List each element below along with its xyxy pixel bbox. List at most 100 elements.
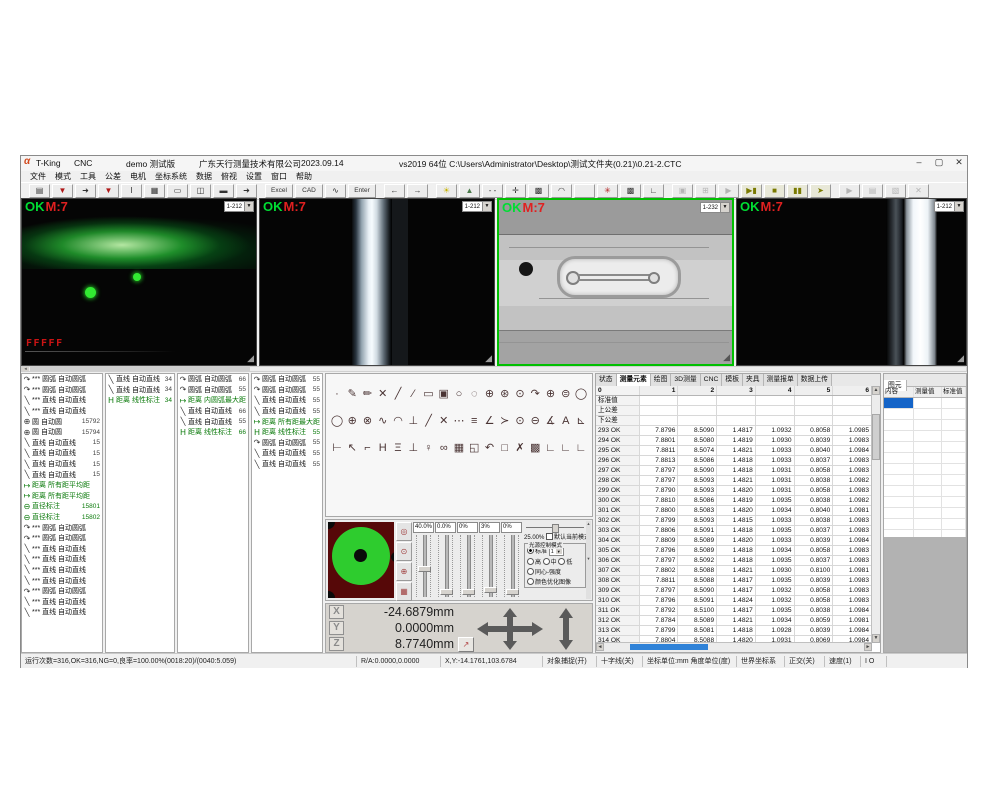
tool-icon[interactable]: ↶ [483, 441, 497, 455]
special-row[interactable]: 上公差 [596, 406, 872, 416]
tool-icon[interactable]: ⊥ [406, 414, 420, 428]
list-item[interactable]: ╲直线 自动直线55 [252, 459, 322, 470]
scrollbar-thumb[interactable] [630, 644, 708, 650]
toolbar-button[interactable]: ⊞ [695, 184, 716, 198]
table-row[interactable]: 306 OK7.87978.50921.48181.09350.80371.09… [596, 556, 872, 566]
list-item[interactable]: ╲直线 自动直线34 [106, 385, 174, 396]
toolbar-button[interactable]: Enter [348, 184, 376, 198]
color-opt-radio[interactable] [527, 578, 534, 585]
toolbar-button[interactable] [574, 184, 595, 198]
slider-thumb[interactable] [506, 589, 519, 595]
table-row[interactable]: 304 OK7.88098.50891.48201.09330.80391.09… [596, 536, 872, 546]
camera-select[interactable]: 1-212▼ [462, 201, 492, 212]
toolbar-button[interactable]: ▼ [52, 184, 73, 198]
tool-icon[interactable]: ∟ [574, 441, 588, 455]
tool-icon[interactable]: ▣ [437, 387, 451, 401]
slider-thumb[interactable] [440, 589, 453, 595]
table-row[interactable]: 310 OK7.87968.50911.48241.09320.80581.09… [596, 596, 872, 606]
list-item[interactable]: ↷圆弧 自动圆弧55 [178, 385, 248, 396]
toolbar-button[interactable]: ▮▮ [787, 184, 808, 198]
toolbar-button[interactable]: ▶▮ [741, 184, 762, 198]
list-item[interactable]: ↷*** 圆弧 自动圆弧 [22, 522, 102, 533]
special-row[interactable]: 标准值 [596, 396, 872, 406]
tool-icon[interactable]: ⊕ [345, 414, 359, 428]
list-item[interactable]: ╲直线 自动直线66 [178, 406, 248, 417]
tool-icon[interactable]: ↖ [345, 441, 359, 455]
special-row[interactable]: 下公差 [596, 416, 872, 426]
menu-item[interactable]: 公差 [105, 171, 121, 182]
toolbar-button[interactable]: ✳ [597, 184, 618, 198]
menu-item[interactable]: 帮助 [296, 171, 312, 182]
menu-item[interactable]: 俯视 [221, 171, 237, 182]
toolbar-button[interactable]: ◠ [551, 184, 572, 198]
tool-icon[interactable]: ⊗ [361, 414, 375, 428]
tool-icon[interactable]: ╱ [391, 387, 405, 401]
table-row[interactable]: 296 OK7.88138.50861.48181.09330.80371.09… [596, 456, 872, 466]
table-row[interactable]: 297 OK7.87978.50901.48181.09310.80581.09… [596, 466, 872, 476]
list-item[interactable]: ╲直线 自动直线55 [252, 406, 322, 417]
table-row[interactable]: 309 OK7.87978.50901.48171.09320.80581.09… [596, 586, 872, 596]
toolbar-button[interactable]: ← [384, 184, 405, 198]
light-segment-button[interactable]: ⊙ [396, 542, 412, 561]
list-item[interactable]: ╲*** 直线 自动直线 [22, 596, 102, 607]
z-jog-arrows[interactable] [556, 608, 576, 650]
tab-夹具[interactable]: 夹具 [743, 374, 764, 386]
menu-item[interactable]: 坐标系统 [155, 171, 187, 182]
list-item[interactable]: ↷*** 圆弧 自动圆弧 [22, 533, 102, 544]
menu-item[interactable]: 数据 [196, 171, 212, 182]
toolbar-button[interactable]: ∟ [643, 184, 664, 198]
resize-corner-icon[interactable]: ◢ [247, 353, 254, 364]
toolbar-button[interactable]: ▼ [98, 184, 119, 198]
scroll-right-icon[interactable]: ► [864, 643, 872, 651]
toolbar-button[interactable]: ▲ [459, 184, 480, 198]
toolbar-button[interactable]: ∿ [325, 184, 346, 198]
camera-select[interactable]: 1-232▼ [700, 202, 730, 213]
list-item[interactable]: ╲*** 直线 自动直线 [22, 554, 102, 565]
list-item[interactable]: ↷*** 圆弧 自动圆弧 [22, 374, 102, 385]
default-mode-checkbox[interactable] [546, 533, 553, 540]
tool-icon[interactable]: ∟ [544, 441, 558, 455]
list-item[interactable]: ⊖直径标注15801 [22, 501, 102, 512]
scrollbar-thumb[interactable] [30, 367, 250, 371]
menu-item[interactable]: 文件 [30, 171, 46, 182]
tool-icon[interactable]: ≡ [467, 414, 481, 428]
horizontal-scrollbar[interactable]: ◄ ► [596, 642, 872, 652]
standard-select[interactable]: 1▼ [549, 548, 564, 556]
tab-3D测量[interactable]: 3D测量 [671, 374, 700, 386]
list-item[interactable]: ↷圆弧 自动圆弧55 [252, 438, 322, 449]
list-item[interactable]: ╲*** 直线 自动直线 [22, 607, 102, 618]
tool-icon[interactable]: □ [498, 441, 512, 455]
list-item[interactable]: ╲直线 自动直线15 [22, 469, 102, 480]
tool-icon[interactable]: ∡ [544, 414, 558, 428]
toolbar-button[interactable]: ▤ [862, 184, 883, 198]
toolbar-button[interactable]: ▣ [672, 184, 693, 198]
list-item[interactable]: ⊕圆 自动圆15794 [22, 427, 102, 438]
camera-view-1[interactable]: OKM:7 1-212▼ FFFFF ◢ [21, 198, 257, 366]
level-radio[interactable] [558, 558, 565, 565]
camera-view-2[interactable]: OKM:7 1-212▼ ◢ [259, 198, 495, 366]
resize-corner-icon[interactable]: ◢ [957, 353, 964, 364]
table-row[interactable]: 312 OK7.87848.50891.48211.09340.80591.09… [596, 616, 872, 626]
tool-icon[interactable]: ↷ [528, 387, 542, 401]
scroll-left-icon[interactable]: ◄ [22, 367, 29, 371]
vertical-scrollbar[interactable]: ▲ ▼ [871, 386, 880, 643]
tool-icon[interactable]: ⊖ [528, 414, 542, 428]
slider-track[interactable] [504, 535, 519, 597]
element-row[interactable] [884, 519, 966, 530]
tool-icon[interactable]: ○ [452, 387, 466, 401]
tool-icon[interactable]: ⊜ [559, 387, 573, 401]
list-item[interactable]: ↷*** 圆弧 自动圆弧 [22, 385, 102, 396]
list-item[interactable]: ╲*** 直线 自动直线 [22, 575, 102, 586]
toolbar-button[interactable]: ✛ [505, 184, 526, 198]
element-row[interactable] [884, 398, 966, 409]
tool-icon[interactable]: ⊥ [406, 441, 420, 455]
tool-icon[interactable]: ⊕ [544, 387, 558, 401]
list-item[interactable]: ↦距离 所有距平均距 [22, 480, 102, 491]
tab-测量报单[interactable]: 测量报单 [764, 374, 798, 386]
tool-icon[interactable]: ◯ [330, 414, 344, 428]
move-origin-button[interactable]: ↗ [458, 637, 474, 652]
horizontal-scrollbar[interactable]: ◄ [21, 366, 967, 372]
toolbar-button[interactable]: ➜ [75, 184, 96, 198]
table-row[interactable]: 298 OK7.87978.50931.48211.09310.80381.09… [596, 476, 872, 486]
table-row[interactable]: 303 OK7.88068.50911.48181.09350.80371.09… [596, 526, 872, 536]
